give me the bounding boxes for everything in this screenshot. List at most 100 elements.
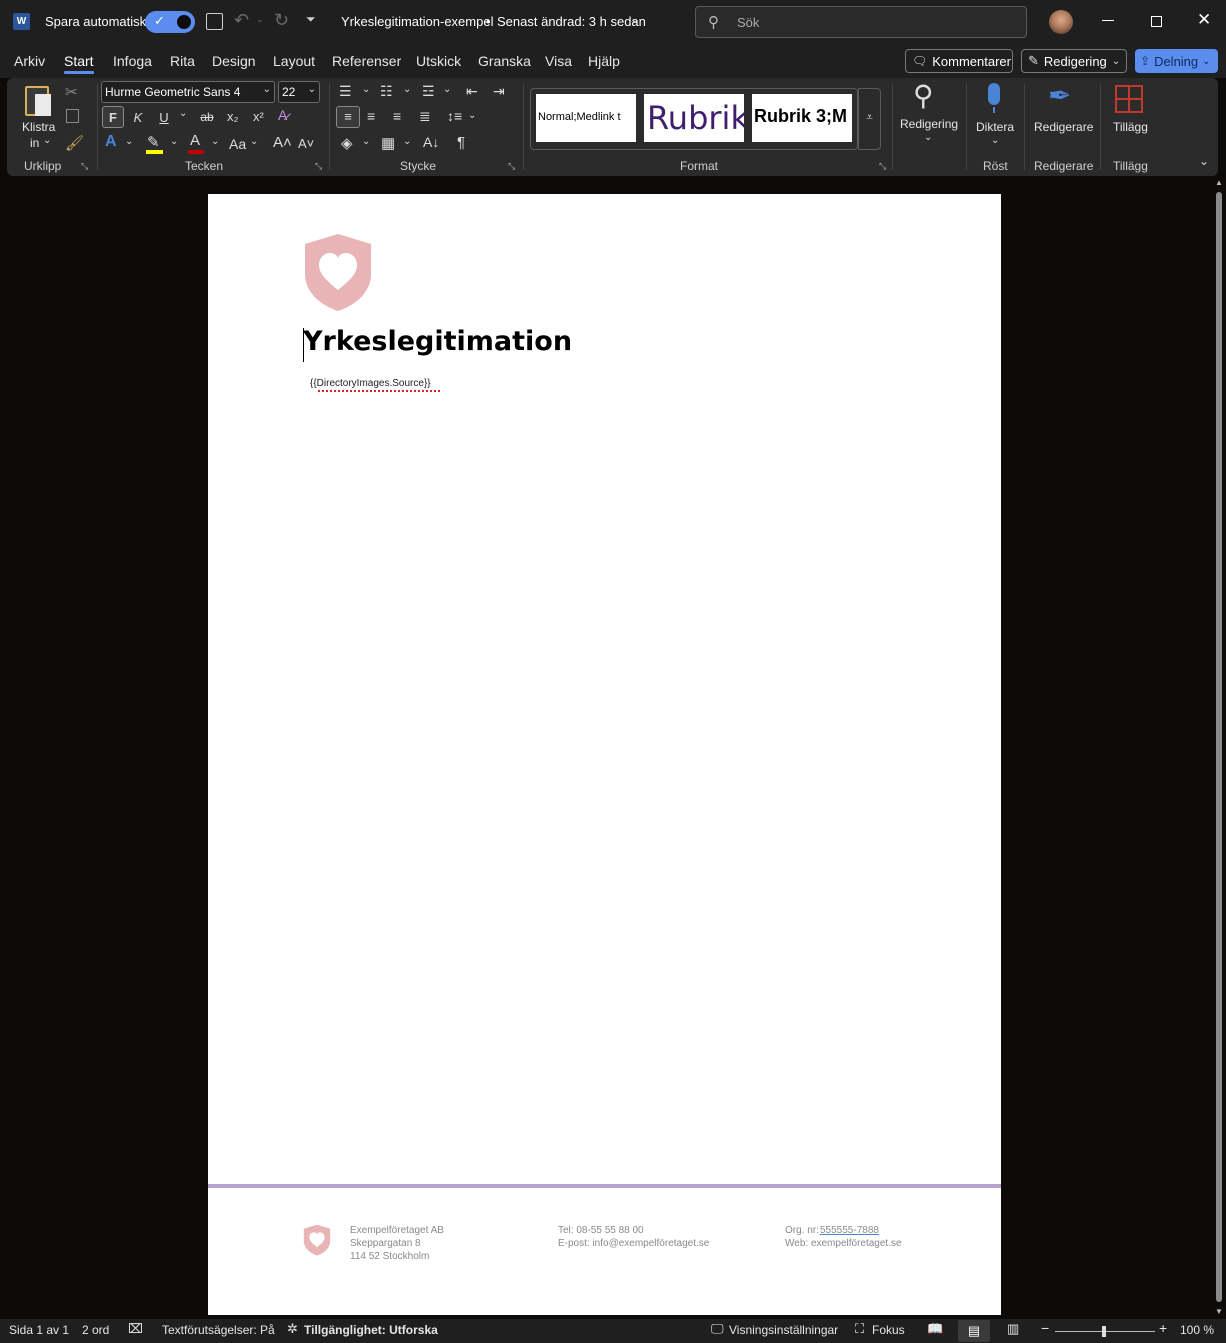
search-box[interactable]: ⚲ Sök [695,6,1027,38]
style-rubrik3[interactable]: Rubrik 3;M [752,94,852,142]
menu-hjalp[interactable]: Hjälp [588,53,620,69]
bold-button[interactable]: F [102,106,124,128]
maximize-icon[interactable] [1151,16,1162,27]
chevron-down-icon[interactable]: ⌄ [443,84,451,95]
addins-button[interactable]: Tillägg [1105,81,1155,151]
menu-utskick[interactable]: Utskick [416,53,461,69]
italic-button[interactable]: K [128,106,148,128]
sort-icon[interactable]: A↓ [423,134,439,150]
subscript-icon[interactable]: x₂ [227,109,239,124]
display-settings[interactable]: Visningsinställningar [729,1323,838,1337]
zoom-slider-thumb[interactable] [1102,1326,1106,1337]
align-right-icon[interactable]: ≡ [393,108,401,124]
multilevel-list-icon[interactable]: ☲ [422,83,435,100]
chevron-down-icon[interactable]: ⌄ [125,136,133,147]
web-layout-icon[interactable]: ▥ [1007,1321,1019,1337]
justify-icon[interactable]: ≣ [419,108,431,125]
zoom-level[interactable]: 100 % [1180,1323,1214,1337]
editing-button[interactable]: ⚲ Redigering ⌄ [895,80,961,151]
undo-dropdown-icon[interactable]: ⌄ [256,14,264,25]
clear-formatting-icon[interactable]: A̷ [278,107,287,123]
dialog-launcher-icon[interactable]: ⤡ [315,161,322,172]
save-icon[interactable] [206,13,223,30]
zoom-in-icon[interactable]: + [1159,1320,1167,1336]
styles-more-button[interactable]: ⩡ [858,88,881,150]
chevron-down-icon[interactable]: ⌄ [468,110,476,121]
last-modified[interactable]: Senast ändrad: 3 h sedan [497,14,646,29]
footer-org-number[interactable]: 555555-7888 [820,1224,879,1237]
chevron-down-icon[interactable]: ⌄ [362,84,370,95]
scroll-up-icon[interactable]: ▲ [1215,178,1223,187]
font-color-icon[interactable]: A [190,132,200,149]
page-count[interactable]: Sida 1 av 1 [9,1323,69,1337]
chevron-down-icon[interactable]: ⌄ [403,136,411,147]
font-size-select[interactable]: 22 ⌄ [278,81,320,103]
dialog-launcher-icon[interactable]: ⤡ [508,161,515,172]
copy-icon[interactable] [66,109,79,123]
menu-referenser[interactable]: Referenser [332,53,401,69]
highlight-icon[interactable]: ✎ [147,133,160,151]
chevron-down-icon[interactable]: ⌄ [250,136,258,147]
decrease-indent-icon[interactable]: ⇤ [466,83,478,100]
document-title[interactable]: Yrkeslegitimation-exempel [341,14,493,29]
read-mode-icon[interactable]: 📖 [927,1321,943,1337]
image-source-placeholder[interactable]: {{DirectoryImages.Source}} [310,378,431,389]
style-rubrik[interactable]: Rubrik [644,94,744,142]
shading-icon[interactable]: ◈ [341,134,353,152]
menu-visa[interactable]: Visa [545,53,572,69]
accessibility-status[interactable]: Tillgänglighet: Utforska [304,1323,438,1337]
pilcrow-icon[interactable]: ¶ [457,134,465,151]
chevron-down-icon[interactable]: ⌄ [630,12,640,26]
menu-granska[interactable]: Granska [478,53,531,69]
dictate-button[interactable]: Diktera ⌄ [972,81,1018,151]
print-layout-icon[interactable]: ▤ [958,1320,990,1342]
focus-mode[interactable]: Fokus [872,1323,905,1337]
scroll-thumb[interactable] [1216,192,1222,1302]
undo-icon[interactable]: ↶ [234,10,249,31]
strikethrough-button[interactable]: ab [195,106,219,128]
collapse-ribbon-icon[interactable]: ⌄ [1199,154,1209,168]
borders-icon[interactable]: ▦ [381,134,395,152]
vertical-scrollbar[interactable]: ▲ ▼ [1212,176,1226,1319]
proofing-icon[interactable]: ⌧ [128,1321,143,1337]
bullets-icon[interactable]: ☰ [339,83,352,100]
increase-indent-icon[interactable]: ⇥ [493,83,505,100]
menu-infoga[interactable]: Infoga [113,53,152,69]
line-spacing-icon[interactable]: ↕≡ [447,108,462,124]
share-button[interactable]: ⇪ Delning ⌄ [1135,49,1218,73]
format-painter-icon[interactable]: 🖌 [65,134,84,152]
chevron-down-icon[interactable]: ⌄ [403,84,411,95]
dialog-launcher-icon[interactable]: ⤡ [81,161,88,172]
grow-font-icon[interactable]: A˄ [273,134,292,151]
align-left-button[interactable]: ≡ [336,106,360,128]
text-predictions[interactable]: Textförutsägelser: På [162,1323,275,1337]
zoom-out-icon[interactable]: − [1041,1320,1049,1336]
word-count[interactable]: 2 ord [82,1323,109,1337]
style-normal[interactable]: Normal;Medlink t [536,94,636,142]
chevron-down-icon[interactable]: ⌄ [170,136,178,147]
superscript-icon[interactable]: x² [253,109,264,124]
underline-button[interactable]: U [154,106,174,128]
document-canvas[interactable]: Yrkeslegitimation {{DirectoryImages.Sour… [0,176,1212,1319]
document-heading[interactable]: Yrkeslegitimation [303,326,572,357]
chevron-down-icon[interactable]: ⌄ [362,136,370,147]
document-page[interactable]: Yrkeslegitimation {{DirectoryImages.Sour… [208,194,1001,1315]
align-center-icon[interactable]: ≡ [367,108,375,124]
change-case-icon[interactable]: Aa [229,136,246,152]
autosave-toggle[interactable]: ✓ [145,11,195,33]
menu-arkiv[interactable]: Arkiv [14,53,45,69]
menu-layout[interactable]: Layout [273,53,315,69]
chevron-down-icon[interactable]: ⌄ [179,108,187,119]
word-icon[interactable]: W [13,13,30,30]
menu-start[interactable]: Start [64,53,94,69]
menu-design[interactable]: Design [212,53,256,69]
editor-button[interactable]: ✒ Redigerare [1029,80,1095,151]
comments-button[interactable]: 🗨 Kommentarer [905,49,1013,73]
text-effects-icon[interactable]: A [105,133,117,151]
chevron-down-icon[interactable]: ⌄ [211,136,219,147]
minimize-icon[interactable] [1102,20,1114,21]
cut-icon[interactable]: ✂ [65,83,78,101]
menu-rita[interactable]: Rita [170,53,195,69]
numbering-icon[interactable]: ☷ [380,83,393,100]
avatar[interactable] [1049,10,1073,34]
